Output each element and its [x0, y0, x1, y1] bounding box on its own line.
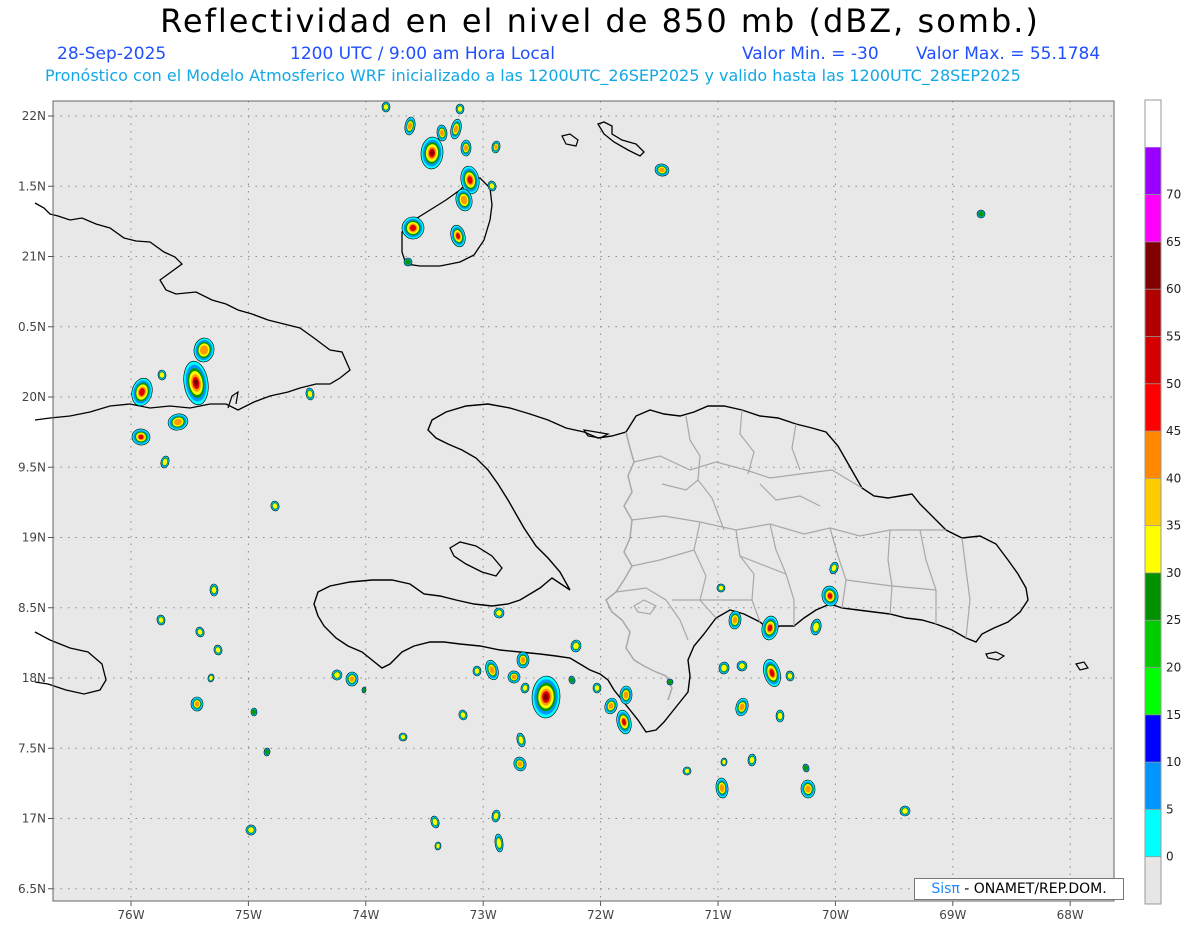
- map-area: [53, 101, 1114, 901]
- colorbar-swatch: [1145, 431, 1161, 479]
- colorbar-swatch: [1145, 525, 1161, 574]
- colorbar-label: 20: [1166, 661, 1181, 675]
- colorbar-label: 0: [1166, 850, 1174, 864]
- lat-tick-label: 19N: [22, 531, 46, 545]
- colorbar-swatch: [1145, 856, 1161, 905]
- lat-tick-label: 20N: [22, 390, 46, 404]
- echo-cell: [403, 257, 413, 267]
- colorbar-label: 5: [1166, 802, 1174, 816]
- colorbar-swatch: [1145, 383, 1161, 432]
- lat-tick-label: 1.5N: [18, 179, 46, 193]
- lat-tick-label: 18N: [22, 671, 46, 685]
- lon-tick-label: 73W: [470, 908, 497, 922]
- lat-tick-label: 0.5N: [18, 320, 46, 334]
- lon-tick-label: 71W: [704, 908, 731, 922]
- echo-cell: [250, 707, 258, 717]
- colorbar-label: 25: [1166, 613, 1181, 627]
- colorbar-label: 15: [1166, 708, 1181, 722]
- echo-ring: [457, 106, 463, 112]
- echo-cell: [472, 665, 482, 677]
- colorbar-swatch: [1145, 147, 1161, 196]
- colorbar-swatch: [1145, 762, 1161, 810]
- colorbar-label: 10: [1166, 755, 1181, 769]
- echo-ring: [777, 712, 783, 720]
- colorbar-label: 65: [1166, 235, 1181, 249]
- echo-cell: [455, 103, 465, 115]
- colorbar-swatch: [1145, 714, 1161, 763]
- colorbar-swatch: [1145, 241, 1161, 290]
- echo-cell: [398, 732, 408, 742]
- colorbar-swatch: [1145, 289, 1161, 337]
- lon-tick-label: 76W: [117, 908, 144, 922]
- colorbar-label: 30: [1166, 566, 1181, 580]
- echo-cell: [619, 685, 633, 705]
- colorbar-label: 60: [1166, 282, 1181, 296]
- lon-tick-label: 72W: [587, 908, 614, 922]
- lon-tick-label: 70W: [822, 908, 849, 922]
- echo-cell: [381, 101, 391, 113]
- colorbar-swatch: [1145, 572, 1161, 621]
- lat-tick-label: 22N: [22, 109, 46, 123]
- credit-box: Sisπ - ONAMET/REP.DOM.: [914, 878, 1124, 900]
- lat-tick-label: 8.5N: [18, 601, 46, 615]
- echo-cell: [209, 583, 219, 597]
- colorbar-swatch: [1145, 478, 1161, 527]
- echo-cell: [434, 841, 442, 851]
- lat-tick-label: 21N: [22, 250, 46, 264]
- lat-tick-label: 6.5N: [18, 882, 46, 896]
- colorbar: 0 5 10 15 20 25 30 35 40 45 50 55 60 65 70: [1144, 99, 1181, 905]
- sispi-logo: Sisπ: [931, 881, 960, 897]
- echo-cell: [190, 696, 204, 712]
- lon-tick-label: 69W: [939, 908, 966, 922]
- colorbar-label: 45: [1166, 424, 1181, 438]
- colorbar-label: 70: [1166, 188, 1181, 202]
- colorbar-swatch: [1145, 194, 1161, 243]
- reflectivity-map: 76W 75W 74W 73W 72W 71W 70W 69W 68W 22N 1.5N 21N 0.5…: [18, 99, 1181, 922]
- colorbar-swatch: [1145, 336, 1161, 385]
- colorbar-swatch: [1145, 100, 1161, 148]
- echo-cell: [592, 682, 602, 694]
- colorbar-label: 50: [1166, 377, 1181, 391]
- colorbar-swatch: [1145, 620, 1161, 669]
- lon-tick-label: 75W: [235, 908, 262, 922]
- echo-cell: [775, 709, 785, 723]
- colorbar-label: 55: [1166, 329, 1181, 343]
- lat-tick-label: 17N: [22, 812, 46, 826]
- echo-cell: [516, 651, 530, 669]
- credit-text: - ONAMET/REP.DOM.: [964, 881, 1107, 897]
- echo-cell: [460, 139, 472, 157]
- lat-tick-label: 9.5N: [18, 460, 46, 474]
- lon-tick-label: 74W: [352, 908, 379, 922]
- colorbar-swatch: [1145, 667, 1161, 716]
- colorbar-label: 35: [1166, 519, 1181, 533]
- colorbar-swatch: [1145, 809, 1161, 858]
- lon-tick-label: 68W: [1057, 908, 1084, 922]
- lat-tick-label: 7.5N: [18, 741, 46, 755]
- colorbar-label: 40: [1166, 471, 1181, 485]
